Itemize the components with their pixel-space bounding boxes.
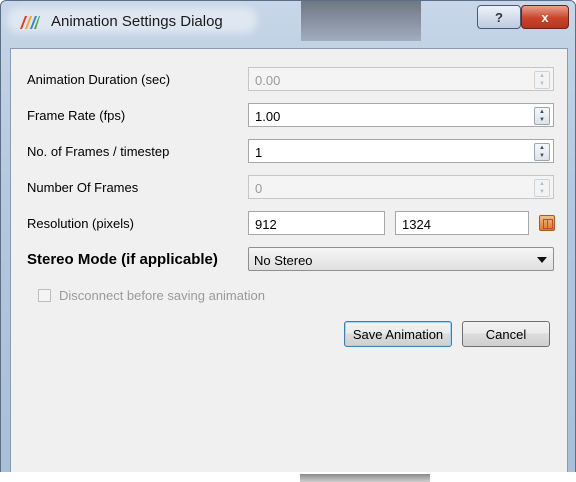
number-of-frames-spin-arrows: ▲ ▼	[534, 179, 550, 197]
frame-rate-spinbox[interactable]: 1.00 ▲ ▼	[248, 103, 554, 127]
help-icon: ?	[495, 9, 503, 25]
frame-rate-label: Frame Rate (fps)	[27, 108, 126, 123]
desktop-strip	[0, 472, 576, 482]
window-title: Animation Settings Dialog	[51, 13, 223, 30]
frame-rate-value[interactable]: 1.00	[255, 109, 280, 124]
frames-per-timestep-row: No. of Frames / timestep 1 ▲ ▼	[11, 137, 567, 167]
stereo-mode-value[interactable]: No Stereo	[254, 253, 313, 268]
stereo-mode-dropdown[interactable]: No Stereo	[248, 247, 554, 271]
duration-spin-arrows: ▲ ▼	[534, 71, 550, 89]
stereo-mode-row: Stereo Mode (if applicable) No Stereo	[11, 245, 567, 275]
chevron-down-icon[interactable]	[537, 257, 547, 263]
disconnect-label: Disconnect before saving animation	[59, 288, 265, 303]
resolution-height-input[interactable]: 1324	[395, 211, 529, 235]
spin-down-icon[interactable]: ▼	[535, 116, 549, 124]
frame-rate-row: Frame Rate (fps) 1.00 ▲ ▼	[11, 101, 567, 131]
spin-down-icon: ▼	[539, 189, 545, 195]
title-bar[interactable]: Animation Settings Dialog ? x	[1, 1, 575, 41]
dialog-body: Animation Duration (sec) 0.00 ▲ ▼ Frame …	[10, 48, 568, 474]
cancel-button[interactable]: Cancel	[462, 321, 550, 347]
spin-down-icon: ▼	[539, 81, 545, 87]
disconnect-checkbox	[38, 289, 51, 302]
title-shadow	[301, 1, 421, 41]
cancel-label: Cancel	[485, 326, 527, 342]
spin-up-icon[interactable]: ▲	[535, 144, 549, 152]
close-icon: x	[541, 9, 549, 25]
resolution-width-value[interactable]: 912	[255, 217, 277, 232]
stereo-mode-label: Stereo Mode (if applicable)	[27, 251, 218, 268]
duration-spinbox: 0.00 ▲ ▼	[248, 67, 554, 91]
number-of-frames-label: Number Of Frames	[27, 180, 139, 195]
frames-per-timestep-spinbox[interactable]: 1 ▲ ▼	[248, 139, 554, 163]
taskbar-fragment	[300, 474, 430, 482]
duration-value: 0.00	[255, 73, 281, 88]
resolution-width-input[interactable]: 912	[248, 211, 385, 235]
lock-aspect-icon[interactable]	[539, 215, 555, 231]
save-animation-label: Save Animation	[352, 326, 444, 342]
spin-down-icon[interactable]: ▼	[535, 152, 549, 160]
spin-up-icon[interactable]: ▲	[535, 108, 549, 116]
frames-per-timestep-spin-arrows[interactable]: ▲ ▼	[534, 143, 550, 161]
save-animation-button[interactable]: Save Animation	[344, 321, 452, 347]
spin-up-icon: ▲	[539, 73, 545, 79]
resolution-label: Resolution (pixels)	[27, 216, 134, 231]
resolution-row: Resolution (pixels) 912 1324	[11, 209, 567, 239]
frames-per-timestep-label: No. of Frames / timestep	[27, 144, 170, 159]
close-button[interactable]: x	[521, 5, 569, 29]
duration-row: Animation Duration (sec) 0.00 ▲ ▼	[11, 65, 567, 95]
spin-up-icon: ▲	[539, 181, 545, 187]
number-of-frames-spinbox: 0 ▲ ▼	[248, 175, 554, 199]
help-button[interactable]: ?	[477, 5, 521, 29]
number-of-frames-value: 0	[255, 181, 263, 196]
duration-label: Animation Duration (sec)	[27, 72, 171, 87]
frames-per-timestep-value[interactable]: 1	[255, 145, 262, 160]
dialog-window: Animation Settings Dialog ? x Animation …	[0, 0, 576, 480]
app-icon	[20, 16, 40, 29]
number-of-frames-row: Number Of Frames 0 ▲ ▼	[11, 173, 567, 203]
frame-rate-spin-arrows[interactable]: ▲ ▼	[534, 107, 550, 125]
resolution-height-value[interactable]: 1324	[402, 217, 431, 232]
